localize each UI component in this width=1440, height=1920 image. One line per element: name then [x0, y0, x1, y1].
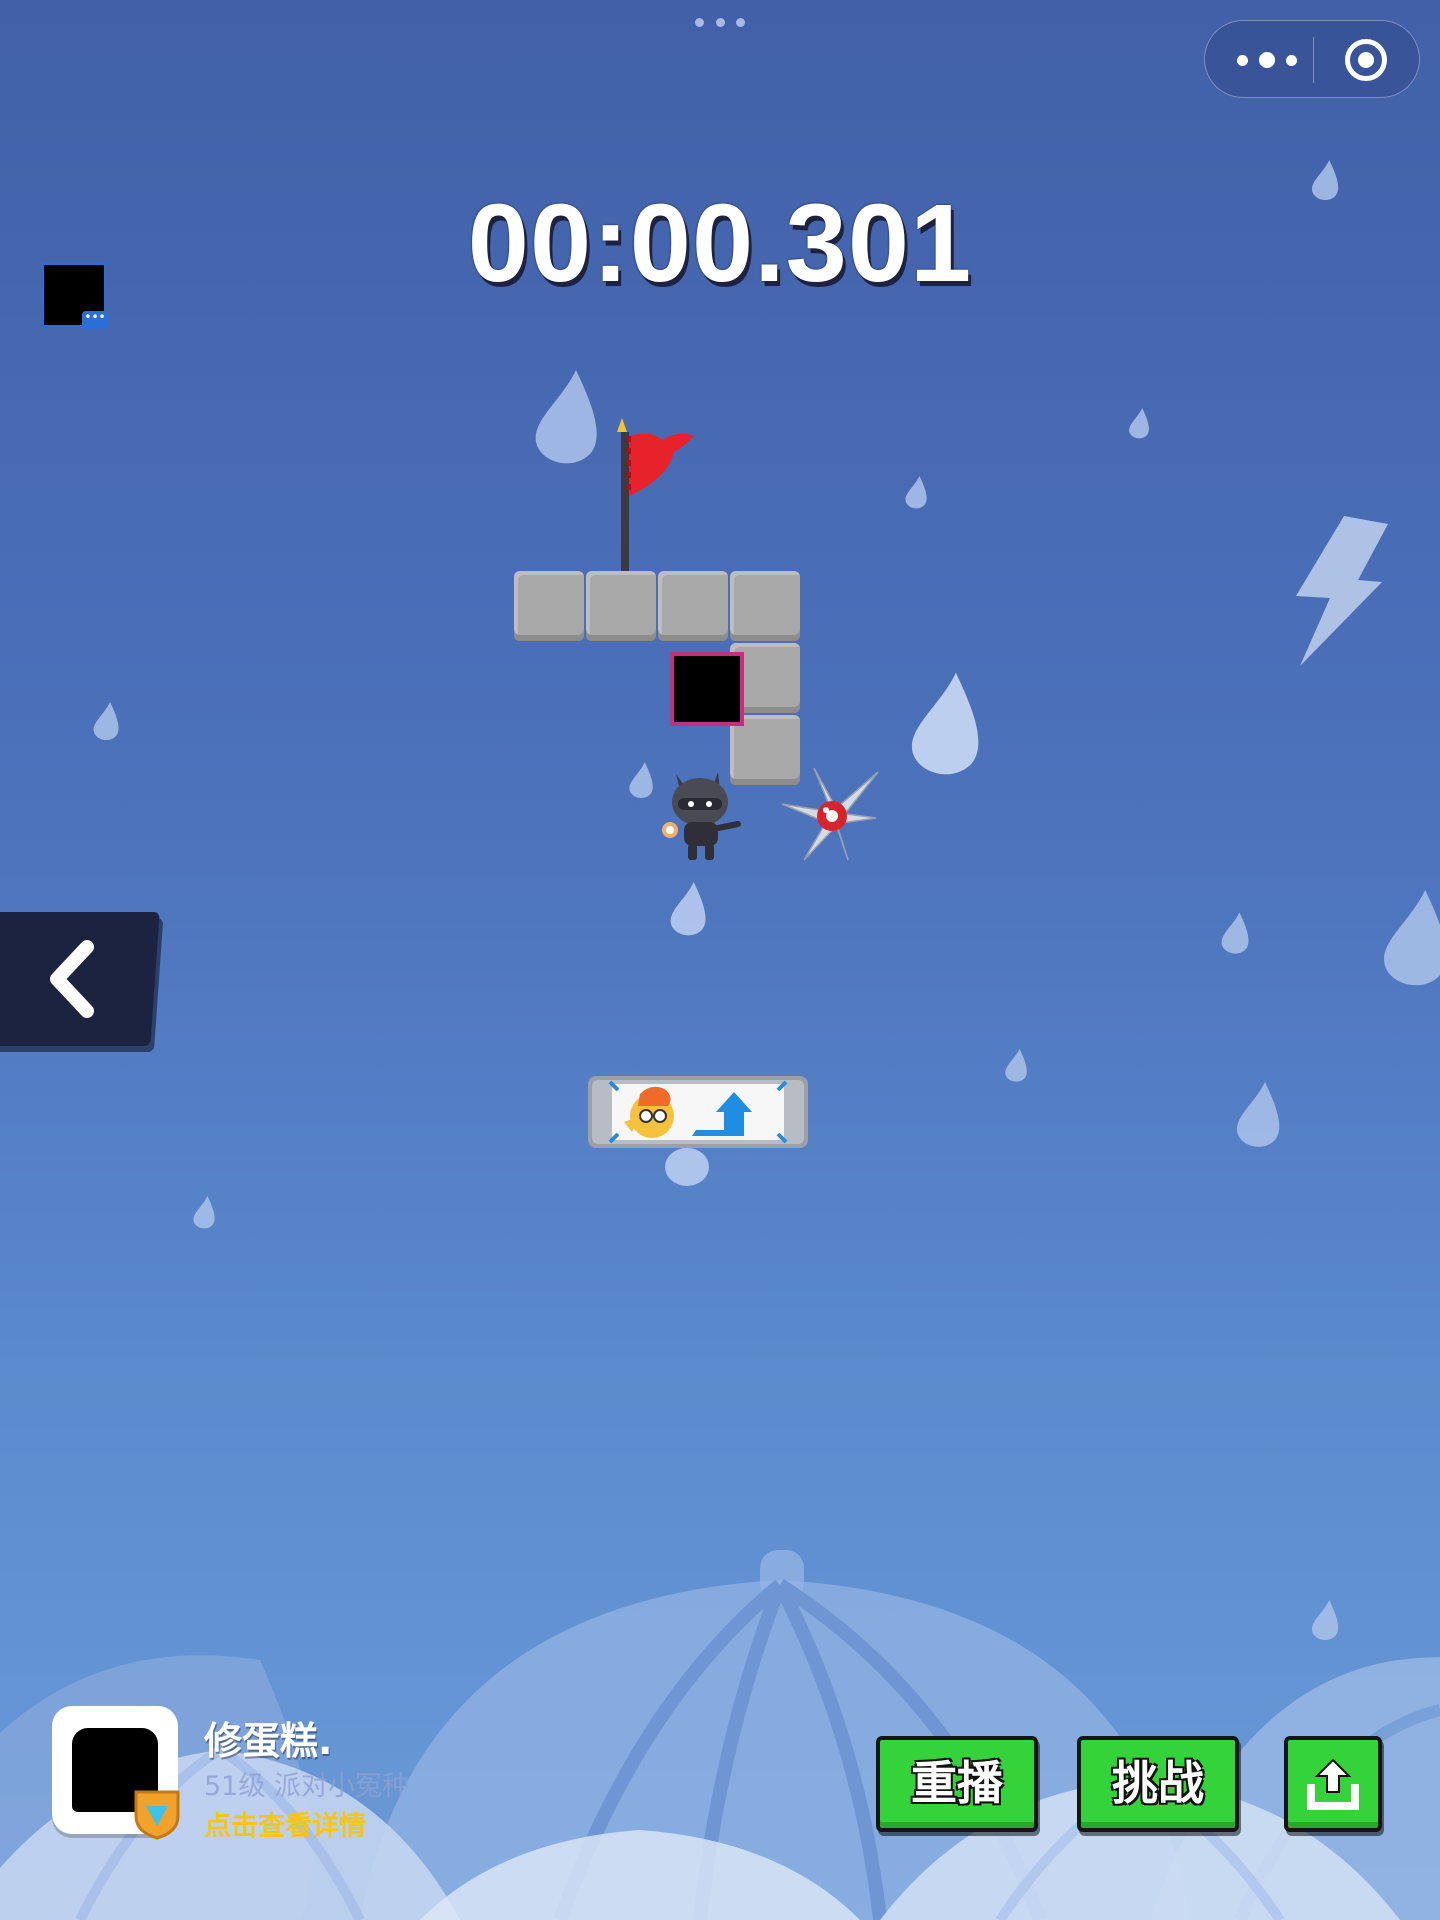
share-upload-icon [1307, 1758, 1359, 1810]
raindrop-icon [1236, 1082, 1280, 1147]
share-button[interactable] [1284, 1736, 1382, 1832]
raindrop-icon [629, 762, 653, 798]
raindrop-icon [535, 370, 597, 464]
player-avatar[interactable] [52, 1706, 180, 1840]
raindrop-icon [1311, 1600, 1339, 1641]
stone-block [514, 571, 584, 641]
raindrop-icon [665, 1147, 709, 1186]
raindrop-icon [193, 1196, 215, 1229]
replay-button[interactable]: 重播 [876, 1736, 1038, 1832]
raindrop-icon [905, 476, 927, 509]
level-timer: 00:00.301 [467, 182, 973, 305]
raindrop-icon [1221, 912, 1249, 954]
raindrop-icon [1311, 160, 1339, 201]
chevron-left-icon [49, 940, 94, 1018]
player-level-title: 51级 派对小冤种 [204, 1771, 409, 1802]
game-stage: 00:00.301 ••• 修蛋糕. 51级 派对小冤种 点击查看详情 重播 挑… [0, 0, 1440, 1920]
raindrop-icon [93, 702, 119, 741]
back-button[interactable] [0, 912, 160, 1046]
drag-handle-dots-icon[interactable] [695, 14, 745, 30]
spiked-ball-icon [781, 767, 879, 861]
raindrop-icon [911, 672, 979, 775]
target-close-icon[interactable] [1345, 39, 1387, 81]
stone-block [730, 571, 800, 641]
red-flag-icon [617, 418, 694, 574]
chicken-arrow-sign-icon [588, 1076, 808, 1148]
more-dots-icon[interactable] [1237, 43, 1297, 77]
hint-sign [588, 1076, 808, 1148]
ninja-cat-character-icon [662, 772, 741, 860]
raindrop-icon [1129, 408, 1149, 439]
stone-block [658, 571, 728, 641]
chat-bubble-icon: ••• [82, 311, 108, 329]
black-goal-block [670, 652, 744, 726]
raindrop-icon [1384, 890, 1440, 986]
mini-program-capsule [1204, 20, 1420, 98]
lightning-bolt-icon [1296, 516, 1388, 666]
challenge-button[interactable]: 挑战 [1077, 1736, 1239, 1832]
raindrop-icon [670, 882, 706, 936]
player-name: 修蛋糕. [204, 1719, 333, 1763]
chat-avatar[interactable]: ••• [42, 263, 108, 329]
raindrop-icon [1005, 1048, 1027, 1082]
stone-block [586, 571, 656, 641]
capsule-divider [1313, 37, 1314, 83]
view-details-link[interactable]: 点击查看详情 [204, 1804, 366, 1843]
shield-badge-icon [134, 1790, 180, 1840]
